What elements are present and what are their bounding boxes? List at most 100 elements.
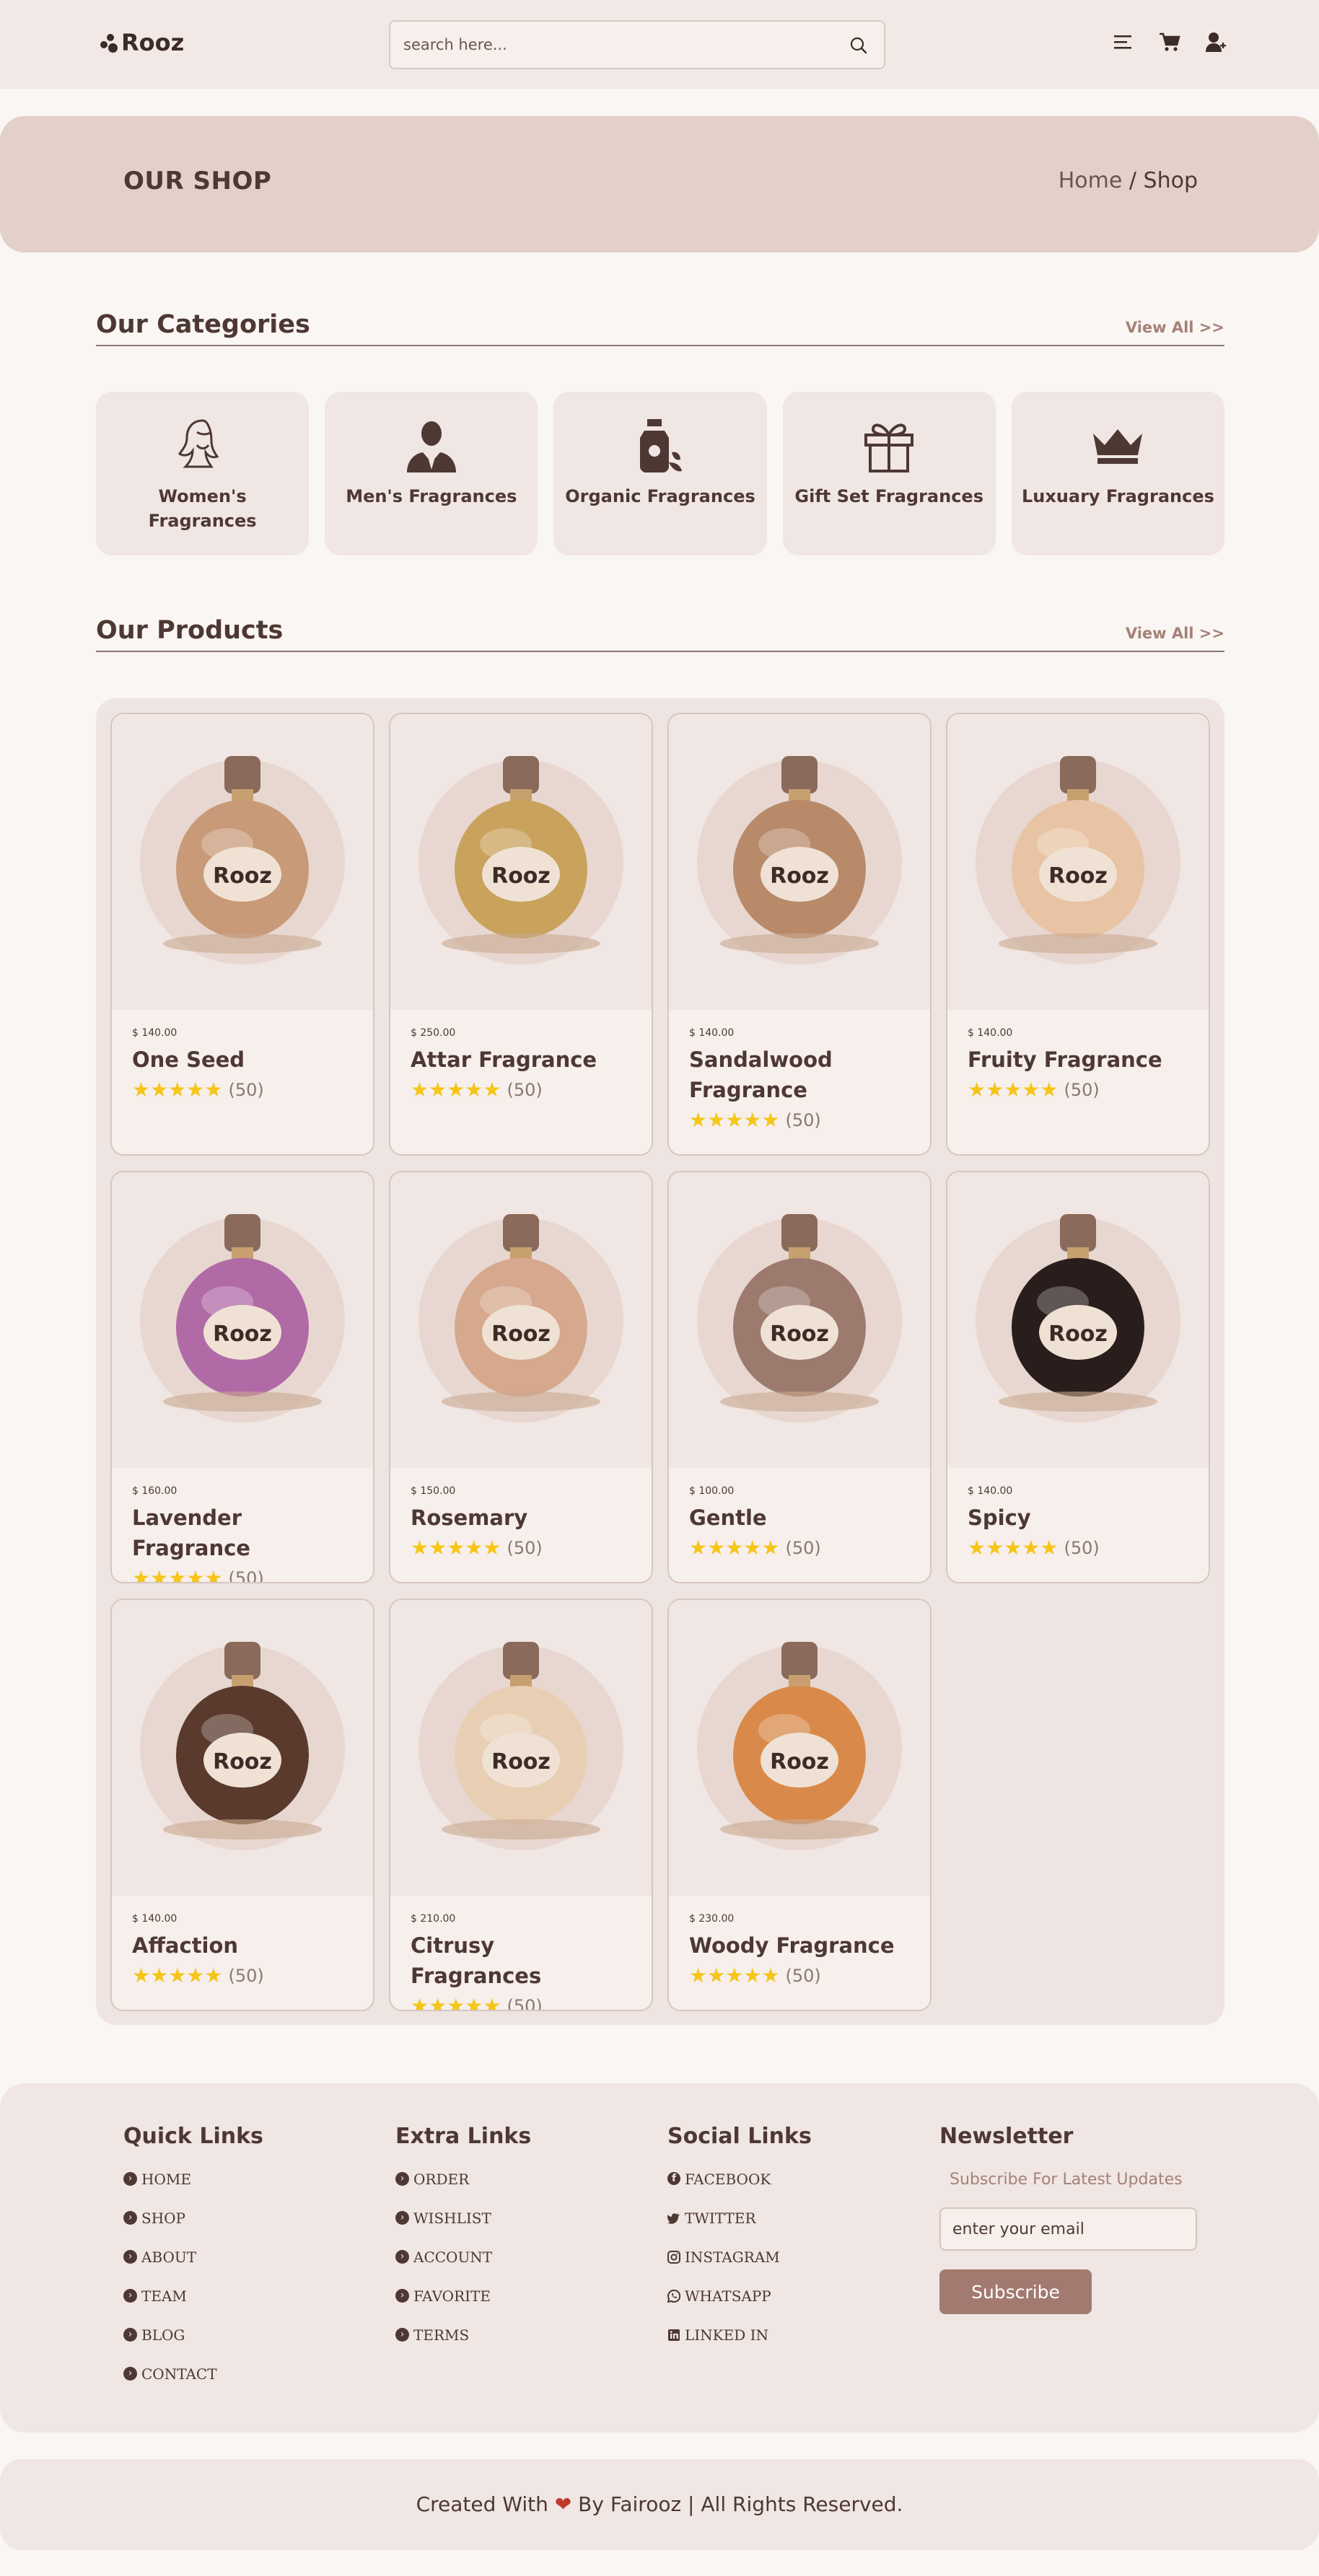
product-name[interactable]: Affaction [132,1930,353,1961]
product-card[interactable]: Rooz $ 140.00 Affaction ★★★★★ (50) [110,1599,374,2011]
product-rating: ★★★★★ (50) [132,1568,353,1583]
product-name[interactable]: One Seed [132,1045,353,1075]
category-label: Organic Fragrances [565,486,755,506]
product-card[interactable]: Rooz $ 140.00 Fruity Fragrance ★★★★★ (50) [946,713,1210,1156]
footer-link-blog[interactable]: › BLOG [123,2326,263,2365]
breadcrumb-separator: / [1129,168,1136,193]
footer-extra-links: Extra Links › ORDER › WISHLIST › ACCOUNT › F… [395,2124,531,2365]
product-rating: ★★★★★ (50) [689,1109,910,1131]
footer-link-twitter[interactable]: TWITTER [667,2210,812,2248]
page-banner: OUR SHOP Home / Shop [0,116,1319,252]
product-image[interactable]: Rooz [112,1600,373,1896]
category-card-gift-set[interactable]: Gift Set Fragrances [782,392,996,555]
product-card[interactable]: Rooz $ 210.00 Citrusy Fragrances ★★★★★ (50) [389,1599,653,2011]
products-title: Our Products [96,616,284,645]
product-name[interactable]: Fruity Fragrance [968,1045,1188,1075]
product-price: $ 140.00 [132,1913,178,1925]
footer-link-whatsapp[interactable]: WHATSAPP [667,2287,812,2326]
product-rating: ★★★★★ (50) [411,1537,631,1559]
footer-link-order[interactable]: › ORDER [395,2171,531,2210]
product-price: $ 140.00 [689,1027,735,1039]
footer-link-team[interactable]: › TEAM [123,2287,263,2326]
product-name[interactable]: Sandalwood Fragrance [689,1045,910,1105]
product-image[interactable]: Rooz [390,1600,652,1896]
review-count: (50) [507,1538,543,1558]
subscribe-button[interactable]: Subscribe [939,2269,1092,2314]
svg-text:Rooz: Rooz [213,863,272,889]
search-icon[interactable] [849,36,868,58]
products-view-all-link[interactable]: View All >> [1126,625,1224,642]
product-rating: ★★★★★ (50) [689,1965,910,1987]
footer-link-about[interactable]: › ABOUT [123,2248,263,2287]
category-card-men[interactable]: Men's Fragrances [325,392,538,555]
product-card[interactable]: Rooz $ 250.00 Attar Fragrance ★★★★★ (50) [389,713,653,1156]
product-name[interactable]: Attar Fragrance [411,1045,631,1075]
product-image[interactable]: Rooz [390,1172,652,1468]
footer-link-linkedin[interactable]: LINKED IN [667,2326,812,2365]
product-name[interactable]: Woody Fragrance [689,1930,910,1961]
categories-title: Our Categories [96,310,310,339]
categories-view-all-link[interactable]: View All >> [1126,319,1224,336]
newsletter-text: Subscribe For Latest Updates [950,2171,1183,2189]
category-card-luxury[interactable]: Luxuary Fragrances [1011,392,1225,555]
review-count: (50) [507,1080,543,1100]
product-card[interactable]: Rooz $ 100.00 Gentle ★★★★★ (50) [667,1171,932,1583]
product-name[interactable]: Citrusy Fragrances [411,1930,631,1991]
breadcrumb-home-link[interactable]: Home [1059,168,1123,193]
product-name[interactable]: Spicy [968,1503,1188,1533]
product-card[interactable]: Rooz $ 140.00 Spicy ★★★★★ (50) [946,1171,1210,1583]
perfume-bottle-icon: Rooz [163,1642,322,1839]
product-image[interactable]: Rooz [112,1172,373,1468]
footer-link-facebook[interactable]: f FACEBOOK [667,2171,812,2210]
footer-link-shop[interactable]: › SHOP [123,2210,263,2248]
svg-text:Rooz: Rooz [491,863,551,889]
category-label: Gift Set Fragrances [794,486,983,506]
footer-link-home[interactable]: › HOME [123,2171,263,2210]
product-image[interactable]: Rooz [947,714,1209,1010]
product-image[interactable]: Rooz [390,714,652,1010]
perfume-bottle-icon: Rooz [163,1214,322,1412]
product-card[interactable]: Rooz $ 160.00 Lavender Fragrance ★★★★★ (50) [110,1171,374,1583]
product-image[interactable]: Rooz [669,714,930,1010]
product-rating: ★★★★★ (50) [411,1995,631,2011]
svg-text:Rooz: Rooz [1048,863,1108,889]
review-count: (50) [507,1996,543,2011]
menu-icon[interactable] [1113,31,1134,53]
footer-social-links: Social Links f FACEBOOK TWITTER INSTAGRAM… [667,2124,812,2365]
category-card-organic[interactable]: Organic Fragrances [553,392,767,555]
footer-link-account[interactable]: › ACCOUNT [395,2248,531,2287]
product-rating: ★★★★★ (50) [968,1537,1188,1559]
product-card[interactable]: Rooz $ 140.00 Sandalwood Fragrance ★★★★★ (50… [667,713,932,1156]
product-image[interactable]: Rooz [112,714,373,1010]
product-card[interactable]: Rooz $ 140.00 One Seed ★★★★★ (50) [110,713,374,1156]
category-card-women[interactable]: Women's Fragrances [96,392,310,555]
footer-link-wishlist[interactable]: › WISHLIST [395,2210,531,2248]
product-name[interactable]: Gentle [689,1503,910,1533]
logo[interactable]: Rooz [100,29,184,56]
product-image[interactable]: Rooz [669,1600,930,1896]
footer-link-terms[interactable]: › TERMS [395,2326,531,2365]
perfume-bottle-icon: Rooz [163,756,322,954]
user-icon[interactable] [1205,31,1227,53]
footer-link-favorite[interactable]: › FAVORITE [395,2287,531,2326]
product-card[interactable]: Rooz $ 150.00 Rosemary ★★★★★ (50) [389,1171,653,1583]
product-image[interactable]: Rooz [947,1172,1209,1468]
review-count: (50) [228,1568,264,1583]
arrow-circle-icon: › [395,2328,409,2342]
products-grid: Rooz $ 140.00 One Seed ★★★★★ (50) Rooz $ 250.0… [96,698,1224,2025]
footer-link-instagram[interactable]: INSTAGRAM [667,2248,812,2287]
footer: Quick Links › HOME › SHOP › ABOUT › TEAM › BL… [0,2083,1319,2432]
product-image[interactable]: Rooz [669,1172,930,1468]
cart-icon[interactable] [1159,31,1180,53]
product-price: $ 250.00 [411,1027,456,1039]
product-name[interactable]: Lavender Fragrance [132,1503,353,1563]
copyright-text-after: By Fairooz | All Rights Reserved. [578,2492,903,2516]
footer-link-contact[interactable]: › CONTACT [123,2365,263,2404]
instagram-icon [667,2250,680,2267]
search-input[interactable] [403,33,822,56]
product-name[interactable]: Rosemary [411,1503,631,1533]
newsletter-email-input[interactable] [939,2207,1197,2251]
product-card[interactable]: Rooz $ 230.00 Woody Fragrance ★★★★★ (50) [667,1599,932,2011]
copyright-text-before: Created With [416,2492,548,2516]
footer-column-title: Social Links [667,2124,812,2149]
